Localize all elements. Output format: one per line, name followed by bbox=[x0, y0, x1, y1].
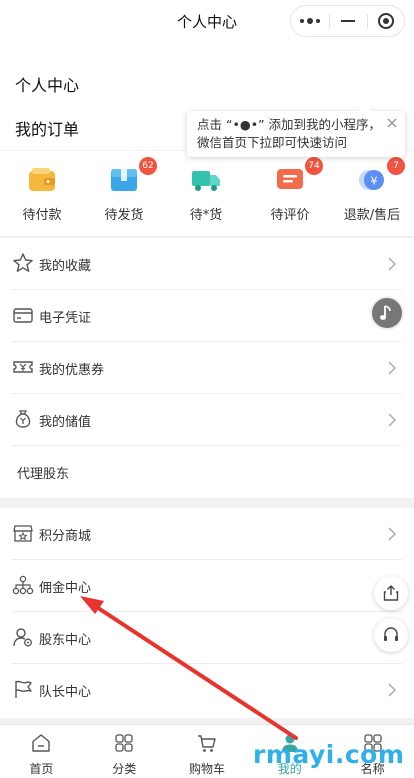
order-status-label: 待评价 bbox=[270, 208, 310, 223]
chevron-right-icon bbox=[388, 257, 396, 271]
tab-category[interactable]: 分类 bbox=[83, 725, 166, 778]
share-button[interactable] bbox=[374, 576, 408, 610]
menu-row-label: 我的优惠券 bbox=[39, 363, 105, 378]
cart-icon bbox=[197, 735, 216, 752]
menu-row-shareholder-center[interactable]: 股东中心 bbox=[0, 612, 414, 664]
menu-row-stored-value[interactable]: 我的储值 bbox=[0, 394, 414, 446]
order-count-badge: 62 bbox=[139, 157, 157, 175]
watermark-text: rmayi.com bbox=[253, 740, 405, 769]
tab-home[interactable]: 首页 bbox=[0, 725, 83, 778]
refund-icon: ¥ 7 bbox=[357, 157, 405, 195]
menu-row-favorites[interactable]: 我的收藏 bbox=[0, 238, 414, 290]
svg-text:¥: ¥ bbox=[371, 175, 378, 188]
order-status-item[interactable]: 74 待评价 bbox=[250, 157, 330, 223]
tab-cart[interactable]: 购物车 bbox=[166, 725, 249, 778]
page-title: 个人中心 bbox=[15, 76, 80, 95]
menu-row-label: 代理股东 bbox=[17, 467, 70, 482]
menu-row-label: 电子凭证 bbox=[39, 311, 92, 326]
order-count-badge: 7 bbox=[387, 157, 405, 175]
tip-line-1: 点击 “•●•” 添加到我的小程序， bbox=[197, 117, 382, 132]
orders-section-title[interactable]: 我的订单 bbox=[15, 116, 79, 140]
menu-row-label: 队长中心 bbox=[39, 685, 92, 700]
coupon-icon bbox=[13, 361, 33, 373]
close-icon[interactable] bbox=[385, 116, 399, 130]
chevron-right-icon bbox=[388, 683, 396, 697]
menu-row-captain-center[interactable]: 队长中心 bbox=[0, 664, 414, 716]
order-status-item[interactable]: 待*货 bbox=[166, 159, 246, 223]
menu-group-primary: 我的收藏 电子凭证 我的优惠券 我的储值 代理股东 bbox=[0, 238, 414, 498]
flag-icon bbox=[15, 680, 32, 698]
share-icon bbox=[383, 585, 399, 601]
minimize-button[interactable] bbox=[329, 6, 367, 36]
minimize-icon bbox=[341, 20, 355, 22]
order-status-label: 待付款 bbox=[22, 208, 62, 223]
more-dots-icon bbox=[300, 18, 320, 24]
menu-row-label: 佣金中心 bbox=[39, 581, 92, 596]
order-status-label: 待*货 bbox=[189, 208, 223, 223]
order-status-label: 退款/售后 bbox=[343, 208, 401, 223]
grid-icon bbox=[115, 734, 133, 752]
chevron-right-icon bbox=[388, 361, 396, 375]
headset-icon bbox=[384, 627, 398, 641]
add-mini-program-tip: 点击 “•●•” 添加到我的小程序， 微信首页下拉即可快速访问 bbox=[187, 105, 405, 157]
menu-row-label: 我的收藏 bbox=[39, 259, 92, 274]
chevron-right-icon bbox=[388, 413, 396, 427]
wallet-icon bbox=[27, 165, 57, 195]
menu-row-commission-center[interactable]: 佣金中心 bbox=[0, 560, 414, 612]
order-status-row: 待付款 62 待发货 待*货 74 待评价 ¥ 7 退款/售后 bbox=[0, 151, 414, 236]
menu-group-secondary: 积分商城 佣金中心 股东中心 队长中心 bbox=[0, 508, 414, 718]
home-icon bbox=[32, 734, 51, 752]
order-status-item[interactable]: 待付款 bbox=[2, 159, 82, 223]
order-status-item[interactable]: ¥ 7 退款/售后 bbox=[332, 157, 412, 223]
chevron-right-icon bbox=[388, 527, 396, 541]
close-button[interactable] bbox=[367, 6, 405, 36]
order-status-item[interactable]: 62 待发货 bbox=[84, 157, 164, 223]
close-target-icon bbox=[378, 13, 394, 29]
more-button[interactable] bbox=[291, 6, 329, 36]
music-toggle-button[interactable] bbox=[370, 296, 404, 330]
menu-row-e-voucher[interactable]: 电子凭证 bbox=[0, 290, 414, 342]
nav-bar: 个人中心 bbox=[0, 0, 414, 44]
comment-icon: 74 bbox=[275, 157, 323, 195]
music-note-icon bbox=[380, 305, 391, 320]
menu-row-label: 股东中心 bbox=[39, 633, 92, 648]
tab-label: 首页 bbox=[29, 762, 54, 776]
tip-line-2: 微信首页下拉即可快速访问 bbox=[197, 135, 348, 150]
menu-row-points-mall[interactable]: 积分商城 bbox=[0, 508, 414, 560]
user-gear-icon bbox=[13, 628, 32, 647]
menu-row-label: 我的储值 bbox=[39, 415, 92, 430]
card-icon bbox=[13, 308, 33, 323]
package-icon: 62 bbox=[109, 157, 157, 195]
menu-row-label: 积分商城 bbox=[39, 529, 92, 544]
tab-label: 购物车 bbox=[188, 762, 225, 776]
order-status-label: 待发货 bbox=[104, 208, 144, 223]
truck-icon bbox=[191, 165, 221, 195]
mini-program-capsule bbox=[290, 5, 405, 37]
order-count-badge: 74 bbox=[305, 157, 323, 175]
menu-row-coupons[interactable]: 我的优惠券 bbox=[0, 342, 414, 394]
network-icon bbox=[12, 575, 34, 595]
money-bag-icon bbox=[15, 410, 31, 428]
star-icon bbox=[13, 253, 33, 272]
shop-icon bbox=[13, 525, 33, 542]
customer-service-button[interactable] bbox=[374, 618, 408, 652]
tab-label: 分类 bbox=[112, 762, 137, 776]
menu-row-agent-shareholder[interactable]: 代理股东 bbox=[0, 446, 414, 498]
